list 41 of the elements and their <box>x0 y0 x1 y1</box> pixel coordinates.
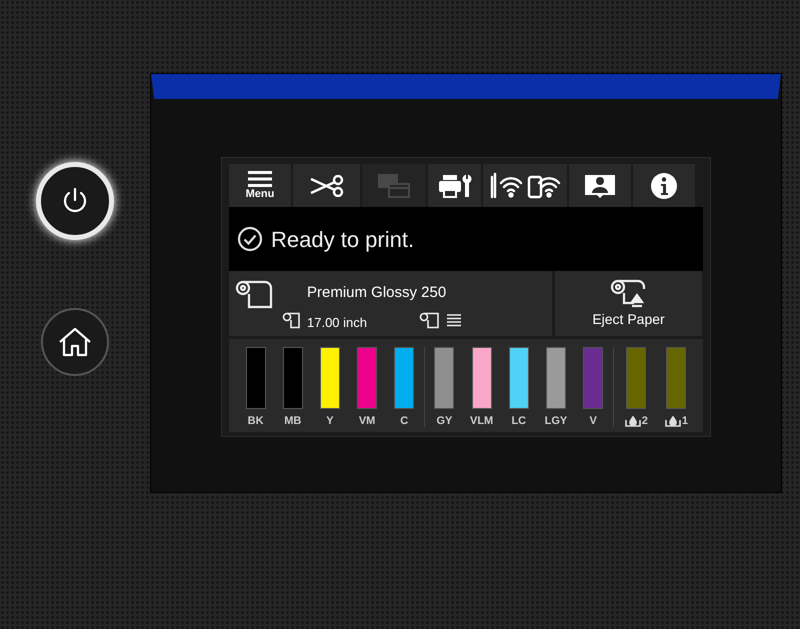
status-message: Ready to print. <box>271 226 414 254</box>
paper-roll-icon <box>234 279 274 309</box>
maintenance-box-number: 2 <box>642 414 648 429</box>
maintenance-box-number: 1 <box>682 414 688 429</box>
maintenance-box-icon <box>624 416 641 427</box>
paper-info-panel[interactable]: Premium Glossy 250 17.00 inch <box>229 271 552 336</box>
check-circle-icon <box>237 226 263 252</box>
menu-button[interactable]: Menu <box>229 164 291 207</box>
network-button[interactable] <box>483 164 567 207</box>
maintenance-box-icon <box>664 416 681 427</box>
ink-label: LC <box>511 414 526 429</box>
roll-cut-icon <box>419 312 463 329</box>
info-icon <box>650 172 678 200</box>
user-guide-icon <box>584 172 616 198</box>
ink-label: VM <box>358 414 376 429</box>
power-icon <box>62 187 88 215</box>
power-button[interactable] <box>36 162 114 240</box>
eject-paper-button[interactable]: Eject Paper <box>555 271 702 336</box>
menu-label: Menu <box>246 188 274 200</box>
paper-width: 17.00 inch <box>307 314 367 332</box>
ink-status-panel[interactable]: BK MB Y VM C GY VLM LC LGY V 2 1 <box>229 339 703 432</box>
maintenance-button[interactable] <box>428 164 481 207</box>
ink-label: V <box>589 414 597 429</box>
ink-label: MB <box>284 414 302 429</box>
ink-label: GY <box>436 414 452 429</box>
paper-type: Premium Glossy 250 <box>307 283 446 303</box>
ink-label: VLM <box>470 414 494 429</box>
wireless-icon <box>489 172 561 200</box>
home-button[interactable] <box>41 308 109 376</box>
guide-button[interactable] <box>569 164 631 207</box>
cut-button[interactable] <box>293 164 360 207</box>
ink-label: C <box>400 414 408 429</box>
menu-icon <box>248 170 272 186</box>
layers-icon <box>377 172 411 198</box>
ink-label: Y <box>326 414 334 429</box>
scissors-icon <box>308 174 344 196</box>
info-button[interactable] <box>633 164 695 207</box>
ink-label: BK <box>248 414 264 429</box>
ink-label: LGY <box>544 414 568 429</box>
printer-wrench-icon <box>436 172 472 198</box>
home-icon <box>58 327 92 357</box>
